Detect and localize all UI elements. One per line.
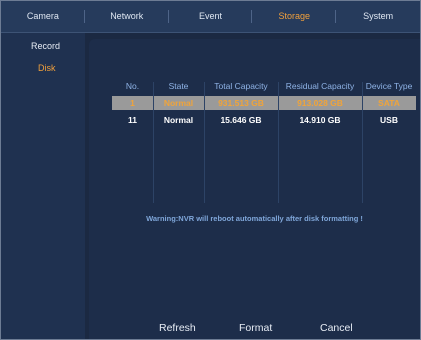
tab-system[interactable]: System <box>336 1 420 32</box>
format-button[interactable]: Format <box>239 322 272 334</box>
table-row[interactable]: 11 Normal 15.646 GB 14.910 GB USB <box>112 113 416 127</box>
cell-no: 11 <box>128 115 137 125</box>
format-warning-text: Warning:NVR will reboot automatically af… <box>146 214 363 223</box>
column-divider <box>204 82 205 203</box>
tab-camera[interactable]: Camera <box>1 1 85 32</box>
column-divider <box>278 82 279 203</box>
column-header-total-capacity: Total Capacity <box>214 81 268 91</box>
tab-label: Network <box>110 11 144 21</box>
cell-residual-capacity: 913.028 GB <box>297 98 343 108</box>
tab-label: Event <box>198 11 222 21</box>
tab-label: System <box>363 11 394 21</box>
sidebar: Record Disk <box>1 33 85 339</box>
cancel-button[interactable]: Cancel <box>320 322 353 334</box>
column-divider <box>153 82 154 203</box>
column-divider <box>362 82 363 203</box>
sidebar-item-disk[interactable]: Disk <box>1 57 85 79</box>
tab-label: Camera <box>26 11 59 21</box>
disk-panel: No. State Total Capacity Residual Capaci… <box>89 39 420 339</box>
column-header-residual-capacity: Residual Capacity <box>285 81 355 91</box>
disk-table: No. State Total Capacity Residual Capaci… <box>112 76 416 127</box>
tab-storage[interactable]: Storage <box>252 1 337 32</box>
cell-residual-capacity: 14.910 GB <box>299 115 341 125</box>
column-header-no: No. <box>125 81 140 91</box>
tab-event[interactable]: Event <box>169 1 253 32</box>
table-header: No. State Total Capacity Residual Capaci… <box>112 76 416 96</box>
refresh-button[interactable]: Refresh <box>159 322 196 334</box>
column-header-state: State <box>168 81 189 91</box>
top-tab-bar: Camera Network Event Storage System <box>1 1 420 33</box>
cell-device-type: SATA <box>378 98 400 108</box>
table-row[interactable]: 1 Normal 931.513 GB 913.028 GB SATA <box>112 96 416 110</box>
tab-network[interactable]: Network <box>85 1 169 32</box>
cell-device-type: USB <box>380 115 398 125</box>
nvr-storage-screen: Camera Network Event Storage System Reco… <box>0 0 421 340</box>
column-header-device-type: Device Type <box>365 81 413 91</box>
cell-state: Normal <box>163 98 194 108</box>
cell-total-capacity: 931.513 GB <box>218 98 264 108</box>
sidebar-item-record[interactable]: Record <box>1 35 85 57</box>
cell-state: Normal <box>163 115 194 125</box>
cell-no: 1 <box>130 98 135 108</box>
cell-total-capacity: 15.646 GB <box>220 115 262 125</box>
tab-label: Storage <box>278 11 311 21</box>
